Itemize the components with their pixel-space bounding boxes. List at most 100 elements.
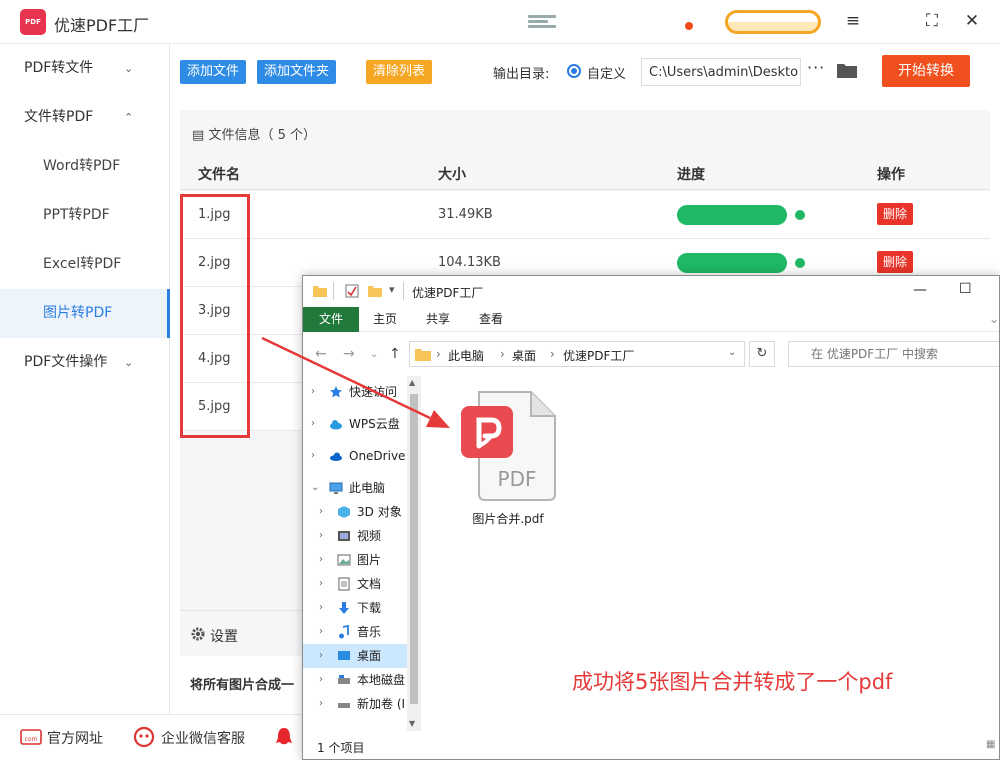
nav-item-wps-cloud[interactable]: › WPS云盘: [303, 412, 413, 436]
picture-icon: [337, 554, 351, 566]
breadcrumb-separator: ›: [500, 347, 505, 361]
nav-item-videos[interactable]: › 视频: [303, 524, 413, 548]
cube-icon: [338, 506, 350, 518]
download-icon: [339, 602, 349, 614]
tab-file[interactable]: 文件: [303, 307, 359, 332]
document-icon: [338, 577, 350, 591]
breadcrumb-this-pc[interactable]: 此电脑: [448, 347, 484, 364]
nav-item-pictures[interactable]: › 图片: [303, 548, 413, 572]
back-icon[interactable]: ←: [315, 346, 327, 362]
nav-item-documents[interactable]: › 文档: [303, 572, 413, 596]
scroll-down-icon[interactable]: ▼: [409, 719, 415, 728]
nav-scrollbar[interactable]: ▲ ▼: [407, 376, 421, 731]
highlight-box: [180, 194, 250, 438]
promo-pill[interactable]: [725, 10, 821, 34]
nav-item-quick-access[interactable]: › 快速访问: [303, 380, 413, 404]
menu-icon[interactable]: ≡: [842, 10, 864, 32]
up-icon[interactable]: ↑: [389, 346, 401, 362]
breadcrumb-desktop[interactable]: 桌面: [512, 347, 536, 364]
nav-label: OneDrive: [349, 449, 406, 463]
table-row[interactable]: 1.jpg 31.49KB 删除: [180, 191, 990, 239]
official-website-link[interactable]: 官方网址: [47, 728, 103, 748]
custom-dir-radio[interactable]: [567, 64, 581, 78]
column-header-size: 大小: [438, 167, 466, 183]
add-file-button[interactable]: 添加文件: [180, 60, 247, 84]
delete-button[interactable]: 删除: [877, 203, 914, 225]
sidebar-item-image-to-pdf[interactable]: 图片转PDF: [0, 289, 170, 338]
minimize-icon[interactable]: —: [913, 282, 927, 298]
progress-bar: [677, 253, 787, 273]
brand-stripes-icon: [528, 15, 556, 29]
chevron-right-icon: ›: [319, 554, 323, 565]
nav-item-local-disk[interactable]: › 本地磁盘: [303, 668, 413, 692]
quick-access-dropdown-icon[interactable]: ▾: [389, 283, 403, 297]
nav-label: 新加卷 (I: [357, 697, 406, 711]
nav-item-music[interactable]: › 音乐: [303, 620, 413, 644]
maximize-icon[interactable]: ⛶: [921, 10, 943, 32]
nav-label: 音乐: [357, 625, 382, 639]
custom-dir-label: 自定义: [587, 67, 627, 82]
open-folder-icon[interactable]: [837, 62, 857, 78]
sidebar-item-word-to-pdf[interactable]: Word转PDF: [0, 142, 169, 191]
sidebar-item-label: PDF文件操作: [24, 354, 108, 370]
maximize-icon[interactable]: ☐: [959, 281, 972, 297]
address-dropdown-icon[interactable]: ⌄: [728, 347, 736, 358]
recent-dropdown-icon[interactable]: ⌄: [370, 349, 378, 360]
new-folder-icon[interactable]: [368, 284, 382, 298]
close-icon[interactable]: ✕: [961, 10, 983, 32]
forward-icon[interactable]: →: [343, 346, 355, 362]
nav-item-new-volume[interactable]: › 新加卷 (I: [303, 692, 413, 716]
scrollbar-thumb[interactable]: [410, 394, 418, 704]
tab-share[interactable]: 共享: [426, 307, 450, 332]
music-icon: [339, 625, 349, 639]
scroll-up-icon[interactable]: ▲: [409, 378, 415, 387]
onedrive-icon: [330, 452, 342, 461]
qq-icon[interactable]: [273, 726, 295, 748]
check-circle-icon: [795, 210, 805, 220]
nav-label: 文档: [357, 577, 382, 591]
breadcrumb-folder[interactable]: 优速PDF工厂: [563, 347, 634, 364]
sidebar-item-pdf-to-file[interactable]: PDF转文件 ⌄: [0, 44, 169, 93]
wechat-service-link[interactable]: 企业微信客服: [161, 728, 245, 748]
nav-item-onedrive[interactable]: › OneDrive: [303, 444, 413, 468]
file-explorer-window: ▾ 优速PDF工厂 — ☐ 文件 主页 共享 查看 ⌄ ← → ⌄ ↑ › 此电…: [302, 275, 1000, 760]
sidebar-item-label: PPT转PDF: [43, 207, 110, 223]
tab-view[interactable]: 查看: [479, 307, 503, 332]
tab-home[interactable]: 主页: [373, 307, 397, 332]
nav-item-this-pc[interactable]: ⌄ 此电脑: [303, 476, 413, 500]
nav-item-desktop[interactable]: › 桌面: [303, 644, 413, 668]
table-header: 文件名 大小 进度 操作: [180, 154, 990, 190]
address-bar[interactable]: › 此电脑 › 桌面 › 优速PDF工厂 ⌄: [409, 341, 745, 367]
computer-icon: [329, 482, 343, 494]
svg-text:PDF: PDF: [498, 467, 537, 491]
file-info-icon: ▤: [192, 128, 205, 143]
delete-button[interactable]: 删除: [877, 251, 914, 273]
start-convert-button[interactable]: 开始转换: [882, 55, 970, 87]
clear-list-button[interactable]: 清除列表: [366, 60, 433, 84]
folder-icon: [313, 286, 327, 297]
more-options-button[interactable]: ···: [807, 58, 825, 77]
sidebar-item-ppt-to-pdf[interactable]: PPT转PDF: [0, 191, 169, 240]
sidebar-item-pdf-operations[interactable]: PDF文件操作 ⌄: [0, 338, 169, 387]
chevron-down-icon[interactable]: ⌄: [989, 307, 999, 332]
file-view: PDF 图片合并.pdf 成功将5张图片合并转成了一个pdf: [421, 376, 999, 731]
view-toggle-icon[interactable]: ▦: [986, 739, 995, 750]
disk-icon: [338, 675, 350, 684]
navigation-pane: › 快速访问 › WPS云盘 › OneDrive ⌄ 此电脑 › 3D 对象 …: [303, 376, 420, 731]
properties-icon[interactable]: [345, 284, 359, 298]
chevron-down-icon: ⌄: [311, 482, 320, 493]
nav-label: 此电脑: [349, 481, 386, 495]
app-window: PDF 优速PDF工厂 ≡ ⛶ ✕ PDF转文件 ⌄ 文件转PDF ⌃ Word…: [0, 0, 1000, 760]
nav-label: 本地磁盘: [357, 673, 406, 687]
add-folder-button[interactable]: 添加文件夹: [257, 60, 337, 84]
sidebar-item-file-to-pdf[interactable]: 文件转PDF ⌃: [0, 93, 169, 142]
progress-bar: [677, 205, 787, 225]
nav-item-downloads[interactable]: › 下载: [303, 596, 413, 620]
pdf-file-item[interactable]: PDF 图片合并.pdf: [453, 386, 563, 526]
output-path-input[interactable]: [641, 58, 801, 86]
merge-option-label: 将所有图片合成一: [190, 678, 295, 693]
nav-item-3d-objects[interactable]: › 3D 对象: [303, 500, 413, 524]
refresh-icon[interactable]: ↻: [749, 341, 775, 367]
search-input[interactable]: [788, 341, 999, 367]
sidebar-item-excel-to-pdf[interactable]: Excel转PDF: [0, 240, 169, 289]
